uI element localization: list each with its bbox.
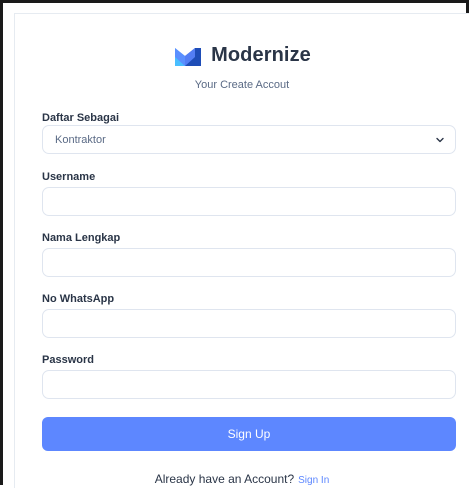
sign-in-prompt-text: Already have an Account? (154, 472, 295, 486)
sign-up-button[interactable]: Sign Up (42, 417, 456, 451)
brand: Modernize (15, 44, 469, 67)
register-card: Modernize Your Create Accout Daftar Seba… (14, 13, 469, 488)
full-name-label: Nama Lengkap (42, 232, 121, 244)
password-label: Password (42, 354, 94, 366)
whatsapp-label: No WhatsApp (42, 293, 115, 305)
username-input[interactable] (42, 187, 456, 216)
sign-in-prompt: Already have an Account? Sign In (15, 472, 469, 486)
role-select-value: Kontraktor (55, 134, 106, 146)
whatsapp-input[interactable] (42, 309, 456, 338)
password-input[interactable] (42, 370, 456, 399)
username-label: Username (42, 171, 96, 183)
chevron-down-icon (436, 137, 444, 143)
sign-in-link[interactable]: Sign In (298, 475, 329, 486)
window-frame: Modernize Your Create Accout Daftar Seba… (0, 0, 469, 488)
modernize-logo-icon (175, 47, 202, 66)
full-name-input[interactable] (42, 248, 456, 277)
page-subtitle: Your Create Accout (194, 79, 290, 91)
role-label: Daftar Sebagai (42, 112, 120, 124)
brand-name: Modernize (211, 44, 311, 66)
role-select[interactable]: Kontraktor (42, 125, 456, 154)
